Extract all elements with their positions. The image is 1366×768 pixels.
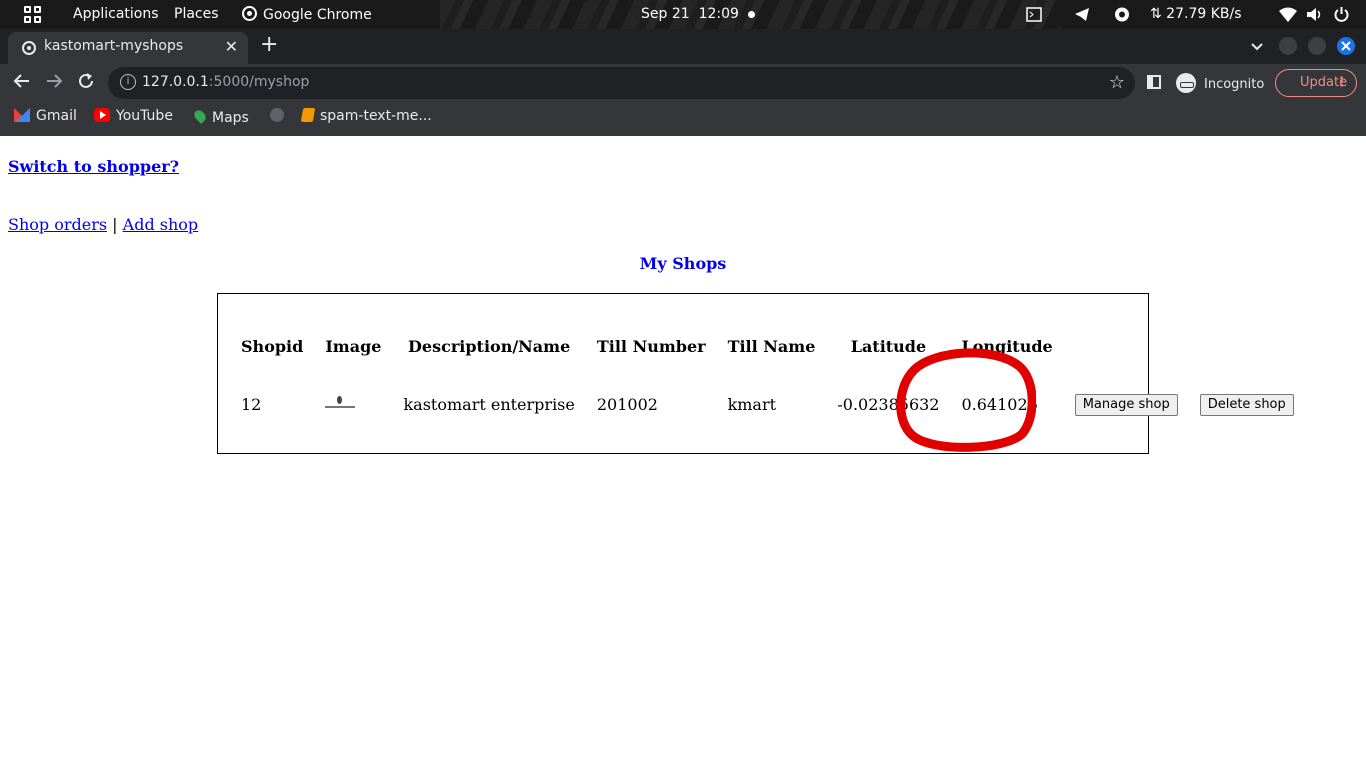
globe-icon [270, 108, 284, 122]
notification-dot-icon [748, 11, 755, 18]
longitude-cell: 0.641026 [961, 394, 1038, 414]
applications-menu[interactable]: Applications [73, 6, 159, 22]
shop-orders-link[interactable]: Shop orders [8, 215, 107, 234]
forward-arrow-icon[interactable] [45, 72, 63, 90]
browser-toolbar: i 127.0.0.1:5000/myshop ☆ Incognito Upda… [0, 64, 1366, 102]
manage-shop-button[interactable]: Manage shop [1074, 393, 1178, 416]
column-header-empty [1064, 324, 1189, 368]
bookmark-label: YouTube [116, 108, 173, 124]
places-menu[interactable]: Places [174, 6, 219, 22]
clock[interactable]: Sep 21 12:09 [641, 6, 739, 22]
tab-search-chevron-icon[interactable] [1250, 39, 1264, 53]
volume-icon[interactable] [1306, 7, 1323, 22]
address-bar[interactable]: i 127.0.0.1:5000/myshop ☆ [108, 67, 1135, 99]
maps-icon [192, 108, 208, 124]
bookmark-label: Maps [212, 110, 249, 126]
maximize-window-icon[interactable] [1308, 37, 1326, 55]
description-cell: kastomart enterprise [403, 394, 575, 414]
url-host: 127.0.0.1 [142, 74, 209, 90]
column-header: Till Name [727, 336, 816, 356]
bookmark-youtube[interactable]: YouTube [94, 108, 173, 124]
apps-grid-icon[interactable] [24, 6, 41, 23]
shop-logo-text-mark [325, 405, 356, 408]
telegram-icon[interactable] [1074, 7, 1090, 22]
column-header: Image [325, 336, 382, 356]
active-app-menu[interactable]: Google Chrome [242, 6, 372, 23]
bookmark-icon [300, 108, 316, 122]
chrome-icon [242, 6, 257, 21]
till-name-cell: kmart [727, 394, 777, 414]
page-title: My Shops [639, 254, 727, 273]
close-window-icon[interactable] [1337, 37, 1355, 55]
delete-shop-button[interactable]: Delete shop [1199, 393, 1294, 416]
page-content: Switch to shopper? Shop orders | Add sho… [0, 136, 1366, 768]
gmail-icon [14, 108, 30, 122]
bookmark-gmail[interactable]: Gmail [14, 108, 77, 124]
terminal-icon[interactable] [1026, 7, 1042, 22]
nav-separator: | [107, 215, 123, 234]
power-icon[interactable] [1334, 7, 1349, 22]
bookmark-maps[interactable]: Maps [192, 108, 249, 126]
clock-time: 12:09 [698, 6, 739, 22]
table-row: 12 kastomart enterprise 201002 kmart -0.… [230, 368, 1305, 440]
image-cell [314, 368, 392, 440]
site-info-icon[interactable]: i [120, 74, 136, 90]
youtube-icon [94, 108, 110, 122]
column-header: Latitude [850, 336, 927, 356]
tab-title: kastomart-myshops [44, 38, 184, 54]
switch-to-shopper-link[interactable]: Switch to shopper? [8, 157, 179, 176]
tab-kastomart-myshops[interactable]: kastomart-myshops ✕ [8, 32, 248, 64]
bookmark-globe[interactable] [270, 108, 290, 124]
reload-icon[interactable] [77, 72, 95, 90]
shops-table-container: Shopid Image Description/Name Till Numbe… [217, 293, 1294, 454]
column-header: Till Number [596, 336, 706, 356]
bookmarks-bar: Gmail YouTube Maps spam-text-me... [0, 102, 1366, 136]
system-top-bar: Applications Places Google Chrome Sep 21… [0, 0, 1366, 29]
bookmark-label: Gmail [36, 108, 77, 124]
clock-date: Sep 21 [641, 6, 690, 22]
manage-cell: Manage shop [1064, 368, 1189, 440]
column-header: Shopid [241, 336, 304, 356]
shop-logo-icon [337, 395, 343, 404]
latitude-cell: -0.02385632 [837, 394, 940, 414]
url-path: :5000/myshop [208, 74, 310, 90]
column-header: Description/Name [408, 336, 571, 356]
url-text: 127.0.0.1:5000/myshop [142, 74, 309, 90]
incognito-indicator[interactable]: Incognito [1176, 73, 1264, 93]
bookmark-star-icon[interactable]: ☆ [1109, 72, 1125, 93]
record-icon[interactable] [1114, 7, 1130, 22]
minimize-window-icon[interactable] [1279, 37, 1297, 55]
incognito-label: Incognito [1204, 77, 1265, 92]
table-header-row: Shopid Image Description/Name Till Numbe… [230, 324, 1305, 368]
tab-close-icon[interactable]: ✕ [225, 37, 238, 56]
add-shop-link[interactable]: Add shop [123, 215, 199, 234]
shop-image [325, 395, 356, 414]
update-button[interactable]: Update ⋮ [1275, 69, 1357, 97]
shop-nav-links: Shop orders | Add shop [8, 215, 198, 234]
column-header-empty [1189, 324, 1305, 368]
shopid-cell: 12 [241, 394, 262, 414]
kebab-menu-icon[interactable]: ⋮ [1335, 70, 1348, 96]
incognito-icon [1176, 73, 1196, 93]
side-panel-icon[interactable] [1147, 75, 1161, 89]
back-arrow-icon[interactable] [13, 72, 31, 90]
bookmark-spam-text[interactable]: spam-text-me... [300, 108, 432, 124]
bookmark-label: spam-text-me... [320, 108, 432, 124]
tab-favicon-icon [22, 41, 36, 55]
network-speed: ⇅ 27.79 KB/s [1150, 6, 1242, 22]
till-number-cell: 201002 [596, 394, 658, 414]
delete-cell: Delete shop [1189, 368, 1305, 440]
wifi-icon[interactable] [1279, 7, 1297, 22]
shops-table: Shopid Image Description/Name Till Numbe… [230, 324, 1305, 440]
new-tab-icon[interactable]: + [260, 34, 278, 56]
active-app-label: Google Chrome [263, 7, 372, 23]
column-header: Longitude [961, 336, 1053, 356]
